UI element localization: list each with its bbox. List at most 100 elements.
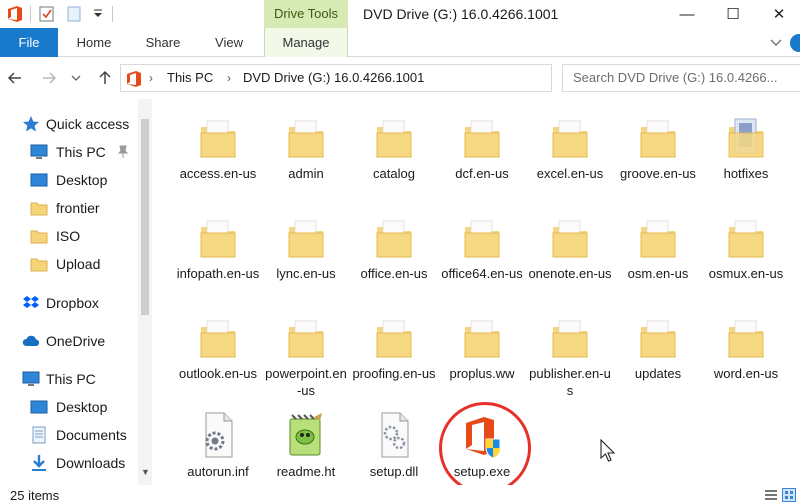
file-name: osmux.en-us xyxy=(708,266,784,281)
file-name: osm.en-us xyxy=(627,266,689,281)
star-icon xyxy=(23,116,39,132)
file-name: catalog xyxy=(373,166,415,181)
sidebar-item-label: ISO xyxy=(56,228,81,244)
sidebar-item-label: Downloads xyxy=(56,455,126,471)
recent-locations-button[interactable] xyxy=(70,69,82,87)
dropbox-icon xyxy=(23,296,39,308)
breadcrumb-separator-icon: › xyxy=(149,71,153,85)
sidebar-item-this-pc-pinned[interactable]: This PC xyxy=(0,139,138,165)
sidebar-item-label: frontier xyxy=(56,200,100,216)
back-button[interactable] xyxy=(6,69,24,87)
sidebar-item-upload[interactable]: Upload xyxy=(0,251,138,277)
file-name: dcf.en-us xyxy=(455,166,509,181)
file-item-folder[interactable]: dcf.en-us xyxy=(440,99,524,195)
sidebar-item-label: OneDrive xyxy=(46,333,106,349)
file-item-folder[interactable]: osmux.en-us xyxy=(704,199,788,295)
sidebar-item-iso[interactable]: ISO xyxy=(0,223,138,249)
sidebar-item-this-pc[interactable]: This PC xyxy=(0,366,138,392)
file-item-folder[interactable]: word.en-us xyxy=(704,299,788,395)
breadcrumb-separator-icon: › xyxy=(227,71,231,85)
tab-view[interactable]: View xyxy=(204,28,254,57)
up-button[interactable] xyxy=(96,69,114,87)
arrow-right-icon xyxy=(43,72,57,84)
file-item-folder[interactable]: catalog xyxy=(352,99,436,195)
scroll-down-arrow-icon[interactable]: ▼ xyxy=(141,467,150,477)
breadcrumb-this-pc[interactable]: This PC xyxy=(167,65,213,91)
file-item-folder[interactable]: lync.en-us xyxy=(264,199,348,295)
sidebar-item-desktop[interactable]: Desktop xyxy=(0,167,138,193)
forward-button[interactable] xyxy=(40,69,58,87)
file-name: proplus.ww xyxy=(449,366,515,381)
sidebar-item-onedrive[interactable]: OneDrive xyxy=(0,328,138,354)
large-icons-view-icon[interactable] xyxy=(782,488,796,502)
folder-icon xyxy=(30,230,48,244)
file-item-readme[interactable]: readme.ht xyxy=(264,397,348,493)
folder-icon xyxy=(200,220,236,258)
address-bar[interactable]: › This PC › DVD Drive (G:) 16.0.4266.100… xyxy=(120,64,662,92)
folder-icon xyxy=(464,120,500,158)
file-name: access.en-us xyxy=(179,166,257,181)
dll-file-icon xyxy=(381,412,409,458)
file-item-folder[interactable]: onenote.en-us xyxy=(528,199,612,295)
file-item-folder[interactable]: office.en-us xyxy=(352,199,436,295)
file-item-folder[interactable]: admin xyxy=(264,99,348,195)
file-item-folder[interactable]: publisher.en-us xyxy=(528,299,612,398)
folder-icon xyxy=(728,118,764,158)
desktop-icon xyxy=(30,400,48,414)
breadcrumb-dvd-drive[interactable]: DVD Drive (G:) 16.0.4266.1001 xyxy=(243,65,424,91)
file-item-folder[interactable]: powerpoint.en-us xyxy=(264,299,348,398)
search-input[interactable]: Search DVD Drive (G:) 16.0.4266... xyxy=(573,65,791,91)
tab-file[interactable]: File xyxy=(0,28,58,57)
sidebar-scrollbar[interactable]: ▼ xyxy=(138,99,152,485)
file-item-autorun[interactable]: autorun.inf xyxy=(176,397,260,493)
tab-manage[interactable]: Manage xyxy=(264,28,348,57)
tab-home[interactable]: Home xyxy=(66,28,122,57)
downloads-icon xyxy=(32,455,46,471)
properties-icon[interactable] xyxy=(38,5,56,23)
sidebar-item-label: This PC xyxy=(56,144,106,160)
file-item-folder[interactable]: outlook.en-us xyxy=(176,299,260,395)
sidebar-scrollbar-thumb[interactable] xyxy=(141,119,149,315)
file-item-folder[interactable]: proofing.en-us xyxy=(352,299,436,395)
sidebar-item-frontier[interactable]: frontier xyxy=(0,195,138,221)
close-button[interactable]: ✕ xyxy=(756,0,800,28)
sidebar-item-label: This PC xyxy=(46,371,96,387)
file-item-folder[interactable]: office64.en-us xyxy=(440,199,524,295)
search-box[interactable]: Search DVD Drive (G:) 16.0.4266... xyxy=(562,64,800,92)
file-item-folder[interactable]: excel.en-us xyxy=(528,99,612,195)
file-item-folder[interactable]: updates xyxy=(616,299,700,395)
maximize-button[interactable]: ☐ xyxy=(710,0,756,28)
new-folder-icon[interactable] xyxy=(66,5,82,23)
expand-ribbon-chevron-icon[interactable] xyxy=(768,34,784,50)
cloud-icon xyxy=(22,335,40,346)
details-view-icon[interactable] xyxy=(764,488,778,502)
sidebar-item-downloads[interactable]: Downloads xyxy=(0,450,138,476)
arrow-up-icon xyxy=(99,70,111,84)
tab-share[interactable]: Share xyxy=(136,28,190,57)
folder-icon xyxy=(376,220,412,258)
folder-icon xyxy=(552,320,588,358)
file-name: publisher.en-us xyxy=(529,366,611,398)
folder-icon xyxy=(464,220,500,258)
arrow-left-icon xyxy=(7,72,21,84)
sidebar-item-label: Upload xyxy=(56,256,101,272)
file-item-setup-dll[interactable]: setup.dll xyxy=(352,397,436,493)
file-name: infopath.en-us xyxy=(176,266,260,281)
file-item-folder[interactable]: osm.en-us xyxy=(616,199,700,295)
sidebar-item-dropbox[interactable]: Dropbox xyxy=(0,290,138,316)
file-name: readme.ht xyxy=(276,464,336,479)
sidebar-item-label: Desktop xyxy=(56,399,108,415)
office-logo-icon xyxy=(127,71,141,87)
file-item-folder[interactable]: access.en-us xyxy=(176,99,260,195)
minimize-button[interactable]: — xyxy=(664,0,710,28)
sidebar-item-documents[interactable]: Documents xyxy=(0,422,138,448)
file-item-folder[interactable]: groove.en-us xyxy=(616,99,700,195)
file-item-folder[interactable]: infopath.en-us xyxy=(176,199,260,295)
pin-icon xyxy=(117,145,129,158)
sidebar-item-quick-access[interactable]: Quick access xyxy=(0,111,138,137)
help-icon[interactable] xyxy=(790,34,800,52)
sidebar-item-desktop-2[interactable]: Desktop xyxy=(0,394,138,420)
customize-toolbar-chevron-icon[interactable] xyxy=(92,8,104,20)
file-item-folder[interactable]: proplus.ww xyxy=(440,299,524,395)
file-item-folder[interactable]: hotfixes xyxy=(704,99,788,195)
